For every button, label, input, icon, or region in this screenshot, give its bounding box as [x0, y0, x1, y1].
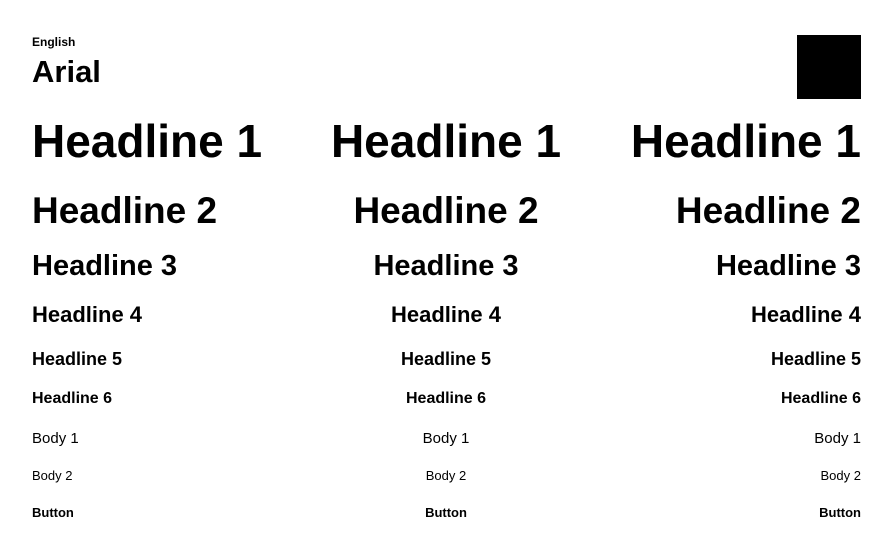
headline-2-sample: Headline 2: [32, 190, 218, 231]
headline-1-sample: Headline 1: [32, 115, 263, 167]
center-aligned-column: Headline 1 Headline 2 Headline 3 Headlin…: [316, 0, 576, 550]
body-2-sample: Body 2: [425, 468, 467, 483]
right-aligned-column: Headline 1 Headline 2 Headline 3 Headlin…: [601, 0, 861, 550]
headline-3-sample: Headline 3: [32, 250, 178, 282]
button-sample: Button: [425, 505, 467, 520]
headline-3-sample: Headline 3: [715, 250, 861, 282]
headline-6-sample: Headline 6: [32, 390, 113, 407]
headline-1-sample: Headline 1: [330, 115, 562, 167]
headline-4-sample: Headline 4: [32, 302, 143, 327]
headline-6-sample: Headline 6: [780, 390, 861, 407]
headline-5-sample: Headline 5: [32, 349, 123, 369]
headline-4-sample: Headline 4: [750, 302, 861, 327]
button-sample: Button: [32, 505, 74, 520]
button-sample: Button: [819, 505, 861, 520]
body-1-sample: Body 1: [422, 430, 470, 447]
headline-6-sample: Headline 6: [405, 390, 487, 407]
body-2-sample: Body 2: [32, 468, 73, 483]
headline-2-sample: Headline 2: [353, 190, 539, 231]
body-1-sample: Body 1: [814, 430, 861, 447]
left-aligned-column: Headline 1 Headline 2 Headline 3 Headlin…: [32, 0, 292, 550]
headline-2-sample: Headline 2: [675, 190, 861, 231]
headline-5-sample: Headline 5: [400, 349, 492, 369]
body-1-sample: Body 1: [32, 430, 79, 447]
headline-4-sample: Headline 4: [390, 302, 502, 327]
headline-3-sample: Headline 3: [373, 250, 519, 282]
headline-1-sample: Headline 1: [630, 115, 861, 167]
body-2-sample: Body 2: [820, 468, 861, 483]
headline-5-sample: Headline 5: [770, 349, 861, 369]
